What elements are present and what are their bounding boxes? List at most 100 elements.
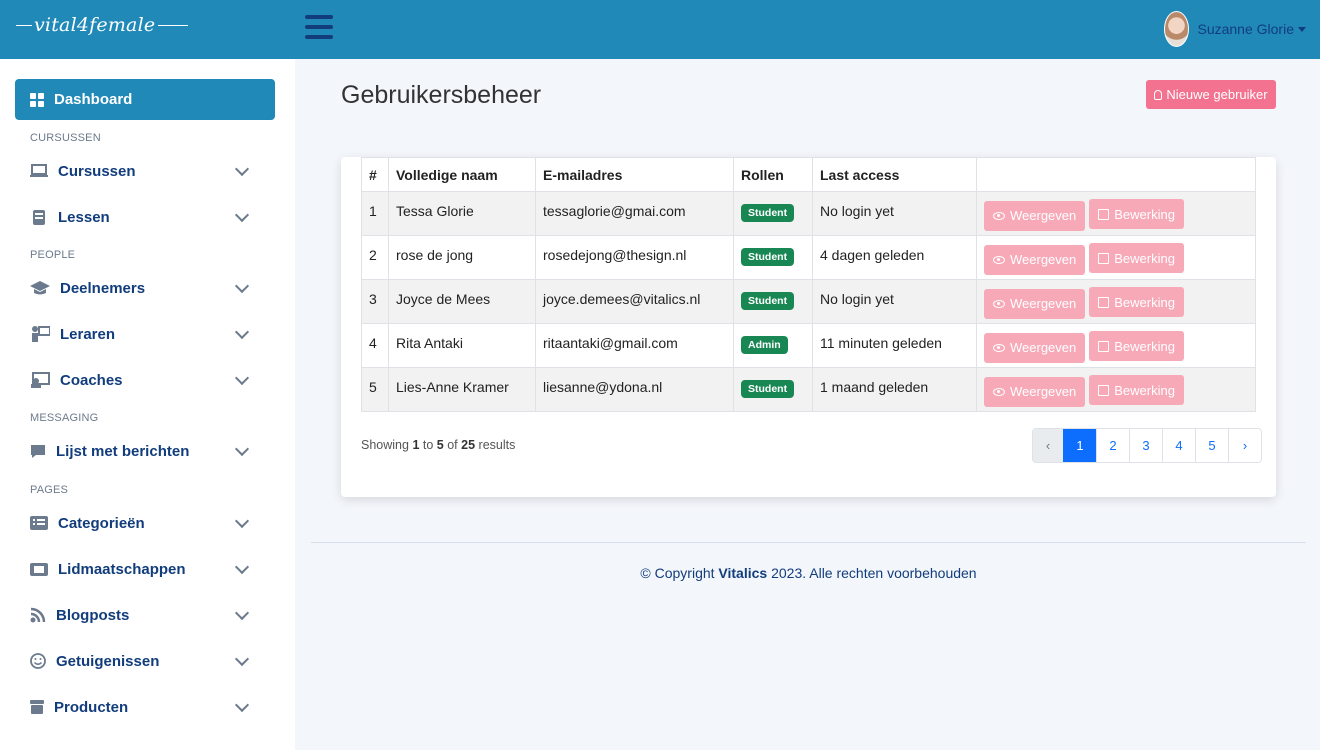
sidebar-item-categorieen[interactable]: Categorieën bbox=[30, 508, 255, 538]
cell-last-access: No login yet bbox=[812, 191, 977, 236]
role-badge: Admin bbox=[741, 336, 788, 354]
chevron-down-icon[interactable] bbox=[234, 278, 250, 293]
pagination-page-4[interactable]: 4 bbox=[1162, 429, 1195, 462]
user-name: Suzanne Glorie bbox=[1197, 21, 1294, 37]
logo-text-mid: 4 bbox=[76, 14, 90, 36]
cell-email: liesanne@ydona.nl bbox=[535, 367, 734, 412]
cell-actions: Weergeven Bewerking bbox=[976, 235, 1256, 280]
new-user-button[interactable]: Nieuwe gebruiker bbox=[1146, 80, 1276, 109]
sidebar-item-blogposts[interactable]: Blogposts bbox=[30, 600, 255, 630]
eye-icon bbox=[993, 255, 1005, 264]
summary-to: 5 bbox=[436, 438, 444, 452]
cell-num: 4 bbox=[361, 323, 389, 368]
cell-actions: Weergeven Bewerking bbox=[976, 367, 1256, 412]
cell-num: 2 bbox=[361, 235, 389, 280]
edit-icon bbox=[1098, 252, 1110, 264]
pagination-page-5[interactable]: 5 bbox=[1195, 429, 1228, 462]
summary-of-word: of bbox=[447, 438, 458, 452]
cell-last-access: 4 dagen geleden bbox=[812, 235, 977, 280]
edit-icon bbox=[1098, 340, 1110, 352]
chevron-down-icon[interactable] bbox=[234, 207, 250, 222]
pagination-page-3[interactable]: 3 bbox=[1129, 429, 1162, 462]
chevron-down-icon[interactable] bbox=[234, 441, 250, 456]
section-heading-messaging: MESSAGING bbox=[30, 412, 99, 424]
cell-email: ritaantaki@gmail.com bbox=[535, 323, 734, 368]
cell-num: 3 bbox=[361, 279, 389, 324]
role-badge: Student bbox=[741, 292, 795, 310]
chevron-down-icon[interactable] bbox=[234, 513, 250, 528]
grid-icon bbox=[30, 92, 44, 107]
sidebar-item-berichten[interactable]: Lijst met berichten bbox=[30, 436, 255, 466]
pagination-page-1[interactable]: 1 bbox=[1063, 429, 1096, 462]
sidebar-item-deelnemers[interactable]: Deelnemers bbox=[30, 273, 255, 303]
cell-role: Student bbox=[733, 367, 813, 412]
sidebar-item-leraren[interactable]: Leraren bbox=[30, 319, 255, 349]
users-table: # Volledige naam E-mailadres Rollen Last… bbox=[361, 157, 1256, 412]
chevron-down-icon[interactable] bbox=[234, 370, 250, 385]
sidebar-item-coaches[interactable]: Coaches bbox=[30, 365, 255, 395]
view-button[interactable]: Weergeven bbox=[984, 244, 1086, 275]
eye-icon bbox=[993, 387, 1005, 396]
sidebar-item-lidmaatschappen[interactable]: Lidmaatschappen bbox=[30, 554, 255, 584]
view-button[interactable]: Weergeven bbox=[984, 332, 1086, 363]
summary-suffix: results bbox=[478, 438, 516, 452]
sidebar-item-label: Leraren bbox=[60, 325, 116, 343]
chevron-down-icon[interactable] bbox=[234, 324, 250, 339]
edit-icon bbox=[1098, 384, 1110, 396]
logo[interactable]: vital 4 female bbox=[14, 14, 189, 36]
chevron-down-icon[interactable] bbox=[234, 651, 250, 666]
chevron-down-icon[interactable] bbox=[234, 559, 250, 574]
footer-brand-link[interactable]: Vitalics bbox=[718, 565, 767, 581]
chevron-down-icon[interactable] bbox=[234, 697, 250, 712]
edit-button[interactable]: Bewerking bbox=[1089, 243, 1184, 273]
pagination-page-2[interactable]: 2 bbox=[1096, 429, 1129, 462]
edit-button[interactable]: Bewerking bbox=[1089, 375, 1184, 405]
view-button[interactable]: Weergeven bbox=[984, 376, 1086, 407]
cell-last-access: 1 maand geleden bbox=[812, 367, 977, 412]
user-menu[interactable]: Suzanne Glorie bbox=[1164, 11, 1306, 47]
cell-last-access: No login yet bbox=[812, 279, 977, 324]
sidebar-item-producten[interactable]: Producten bbox=[30, 692, 255, 722]
ticket-icon bbox=[30, 562, 48, 576]
edit-label: Bewerking bbox=[1114, 250, 1175, 266]
view-button[interactable]: Weergeven bbox=[984, 200, 1086, 231]
cell-email: rosedejong@thesign.nl bbox=[535, 235, 734, 280]
column-header: Last access bbox=[812, 157, 977, 192]
chevron-down-icon[interactable] bbox=[234, 605, 250, 620]
chevron-down-icon[interactable] bbox=[234, 161, 250, 176]
pagination-next[interactable]: › bbox=[1228, 429, 1261, 462]
table-row: 3 Joyce de Mees joyce.demees@vitalics.nl… bbox=[361, 279, 1256, 324]
sidebar-item-getuigenissen[interactable]: Getuigenissen bbox=[30, 646, 255, 676]
avatar bbox=[1164, 11, 1190, 47]
view-button[interactable]: Weergeven bbox=[984, 288, 1086, 319]
edit-button[interactable]: Bewerking bbox=[1089, 331, 1184, 361]
sidebar-item-label: Lidmaatschappen bbox=[58, 560, 186, 578]
column-header: Volledige naam bbox=[388, 157, 536, 192]
edit-button[interactable]: Bewerking bbox=[1089, 199, 1184, 229]
results-summary: Showing 1 to 5 of 25 results bbox=[361, 438, 515, 452]
sidebar-item-lessen[interactable]: Lessen bbox=[30, 202, 255, 232]
coach-icon bbox=[30, 372, 50, 388]
view-label: Weergeven bbox=[1010, 208, 1077, 223]
table-row: 1 Tessa Glorie tessaglorie@gmai.com Stud… bbox=[361, 191, 1256, 236]
summary-to-word: to bbox=[422, 438, 434, 452]
sidebar-item-label: Categorieën bbox=[58, 514, 145, 532]
section-heading-people: PEOPLE bbox=[30, 249, 76, 261]
cell-role: Student bbox=[733, 235, 813, 280]
summary-prefix: Showing bbox=[361, 438, 409, 452]
sidebar-item-label: Lessen bbox=[58, 208, 110, 226]
sidebar-item-cursussen[interactable]: Cursussen bbox=[30, 156, 255, 186]
sidebar-item-dashboard[interactable]: Dashboard bbox=[15, 79, 275, 120]
hamburger-menu-icon[interactable] bbox=[305, 15, 333, 41]
section-heading-cursussen: CURSUSSEN bbox=[30, 132, 101, 144]
message-icon bbox=[30, 444, 46, 458]
edit-icon bbox=[1098, 208, 1110, 220]
column-header: Rollen bbox=[733, 157, 813, 192]
edit-button[interactable]: Bewerking bbox=[1089, 287, 1184, 317]
logo-text-left: vital bbox=[34, 14, 77, 36]
users-card: # Volledige naam E-mailadres Rollen Last… bbox=[341, 157, 1276, 497]
pagination-prev[interactable]: ‹ bbox=[1033, 429, 1063, 462]
role-badge: Student bbox=[741, 380, 795, 398]
sidebar-item-label: Cursussen bbox=[58, 162, 136, 180]
table-row: 2 rose de jong rosedejong@thesign.nl Stu… bbox=[361, 235, 1256, 280]
